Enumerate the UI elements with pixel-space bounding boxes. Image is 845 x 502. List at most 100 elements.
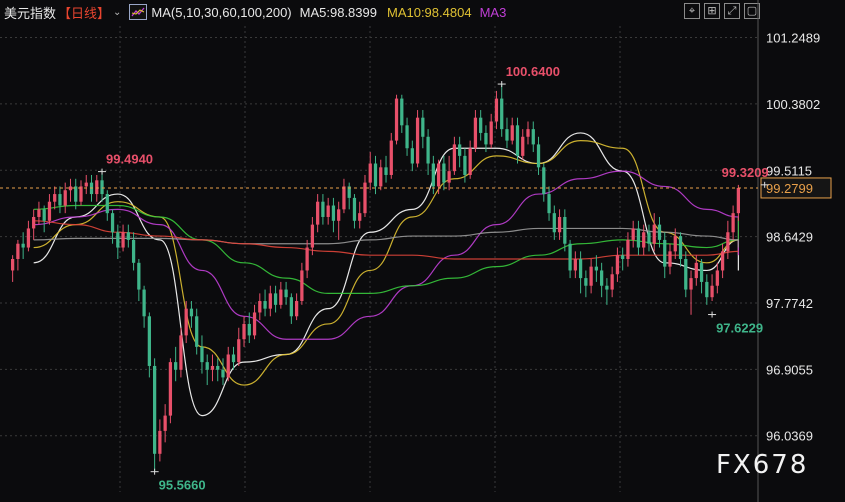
candle-down (195, 316, 199, 347)
candle-up (179, 335, 183, 370)
candle-up (242, 323, 246, 340)
candle-down (578, 259, 583, 279)
candle-down (426, 136, 430, 164)
candle-up (526, 129, 530, 137)
candle-down (536, 144, 541, 168)
candle-down (531, 129, 535, 145)
candle-up (32, 216, 36, 229)
candle-down (126, 232, 130, 240)
candle-up (16, 243, 20, 259)
candle-up (47, 201, 52, 221)
candle-down (705, 281, 709, 298)
candle-up (394, 98, 399, 141)
candle-up (95, 180, 99, 195)
candle-down (189, 308, 194, 317)
candle-down (152, 365, 157, 454)
candle-down (484, 132, 488, 145)
candle-down (284, 289, 288, 298)
candle-up (673, 236, 677, 252)
candle-up (557, 216, 562, 233)
candle-up (337, 209, 341, 221)
candle-up (258, 301, 262, 313)
y-tick-label: 96.9055 (766, 362, 813, 377)
y-tick-label: 99.5115 (766, 163, 812, 178)
y-tick-label: 101.2489 (766, 31, 820, 46)
watermark-logo: FX678 (716, 450, 809, 480)
candle-down (463, 155, 467, 175)
candle-down (431, 163, 435, 187)
candle-down (584, 278, 588, 286)
candle-down (663, 239, 667, 267)
candle-down (568, 243, 572, 271)
candle-up (252, 312, 257, 336)
candle-up (468, 148, 472, 175)
candle-down (552, 213, 556, 233)
candle-down (331, 205, 336, 221)
annotation-label: 100.6400 (506, 64, 560, 79)
candle-up (63, 190, 67, 206)
y-tick-label: 100.3802 (766, 97, 820, 112)
candle-up (358, 213, 362, 221)
candle-down (421, 117, 425, 137)
candle-down (605, 285, 609, 290)
candle-down (21, 243, 25, 248)
candle-up (610, 274, 614, 290)
candle-down (116, 232, 120, 248)
candle-down (263, 301, 267, 309)
candle-up (631, 228, 635, 240)
candle-down (373, 163, 378, 187)
annotation-label: 99.3209 (722, 165, 769, 180)
candle-up (510, 125, 514, 141)
candle-down (384, 167, 388, 175)
candle-up (615, 255, 620, 275)
candle-down (458, 144, 462, 156)
candle-down (515, 125, 520, 156)
candle-up (573, 259, 577, 271)
candle-up (37, 209, 41, 217)
candle-down (621, 255, 625, 259)
candle-down (247, 323, 251, 336)
candle-down (147, 316, 151, 366)
y-tick-label: 96.0369 (766, 429, 813, 444)
candle-up (53, 194, 57, 202)
candle-down (321, 201, 325, 217)
candle-up (342, 186, 346, 210)
candle-down (479, 117, 483, 133)
candle-up (294, 301, 299, 317)
candle-down (205, 362, 209, 370)
candle-up (731, 213, 735, 233)
candle-down (442, 163, 446, 183)
candle-up (326, 205, 330, 217)
candle-up (489, 121, 493, 145)
candle-up (184, 308, 188, 336)
candle-down (647, 232, 651, 244)
candle-up (521, 136, 525, 156)
candle-up (715, 270, 719, 286)
candle-down (684, 259, 688, 290)
candle-up (726, 232, 730, 252)
candle-up (415, 117, 420, 164)
candle-down (216, 365, 220, 370)
candle-up (268, 293, 272, 309)
candle-up (168, 362, 173, 416)
candle-up (368, 163, 372, 183)
candle-down (137, 262, 141, 290)
candle-down (505, 129, 509, 141)
candle-down (594, 266, 599, 271)
candle-down (410, 148, 414, 164)
candle-up (158, 430, 162, 454)
candle-down (542, 167, 546, 195)
candle-up (436, 163, 441, 187)
current-price-label: 99.2799 (766, 181, 813, 196)
candle-down (600, 270, 604, 286)
y-tick-label: 97.7742 (766, 296, 813, 311)
candle-down (547, 194, 551, 214)
annotation-label: 99.4940 (106, 152, 153, 167)
candle-up (79, 186, 83, 202)
candlestick-plot[interactable]: 101.2489 100.3802 99.5115 98.6429 97.7742 96.… (0, 0, 845, 502)
candle-down (636, 228, 641, 248)
candle-down (174, 362, 178, 370)
candle-down (563, 216, 567, 244)
candle-up (720, 251, 725, 271)
candle-up (68, 186, 73, 191)
